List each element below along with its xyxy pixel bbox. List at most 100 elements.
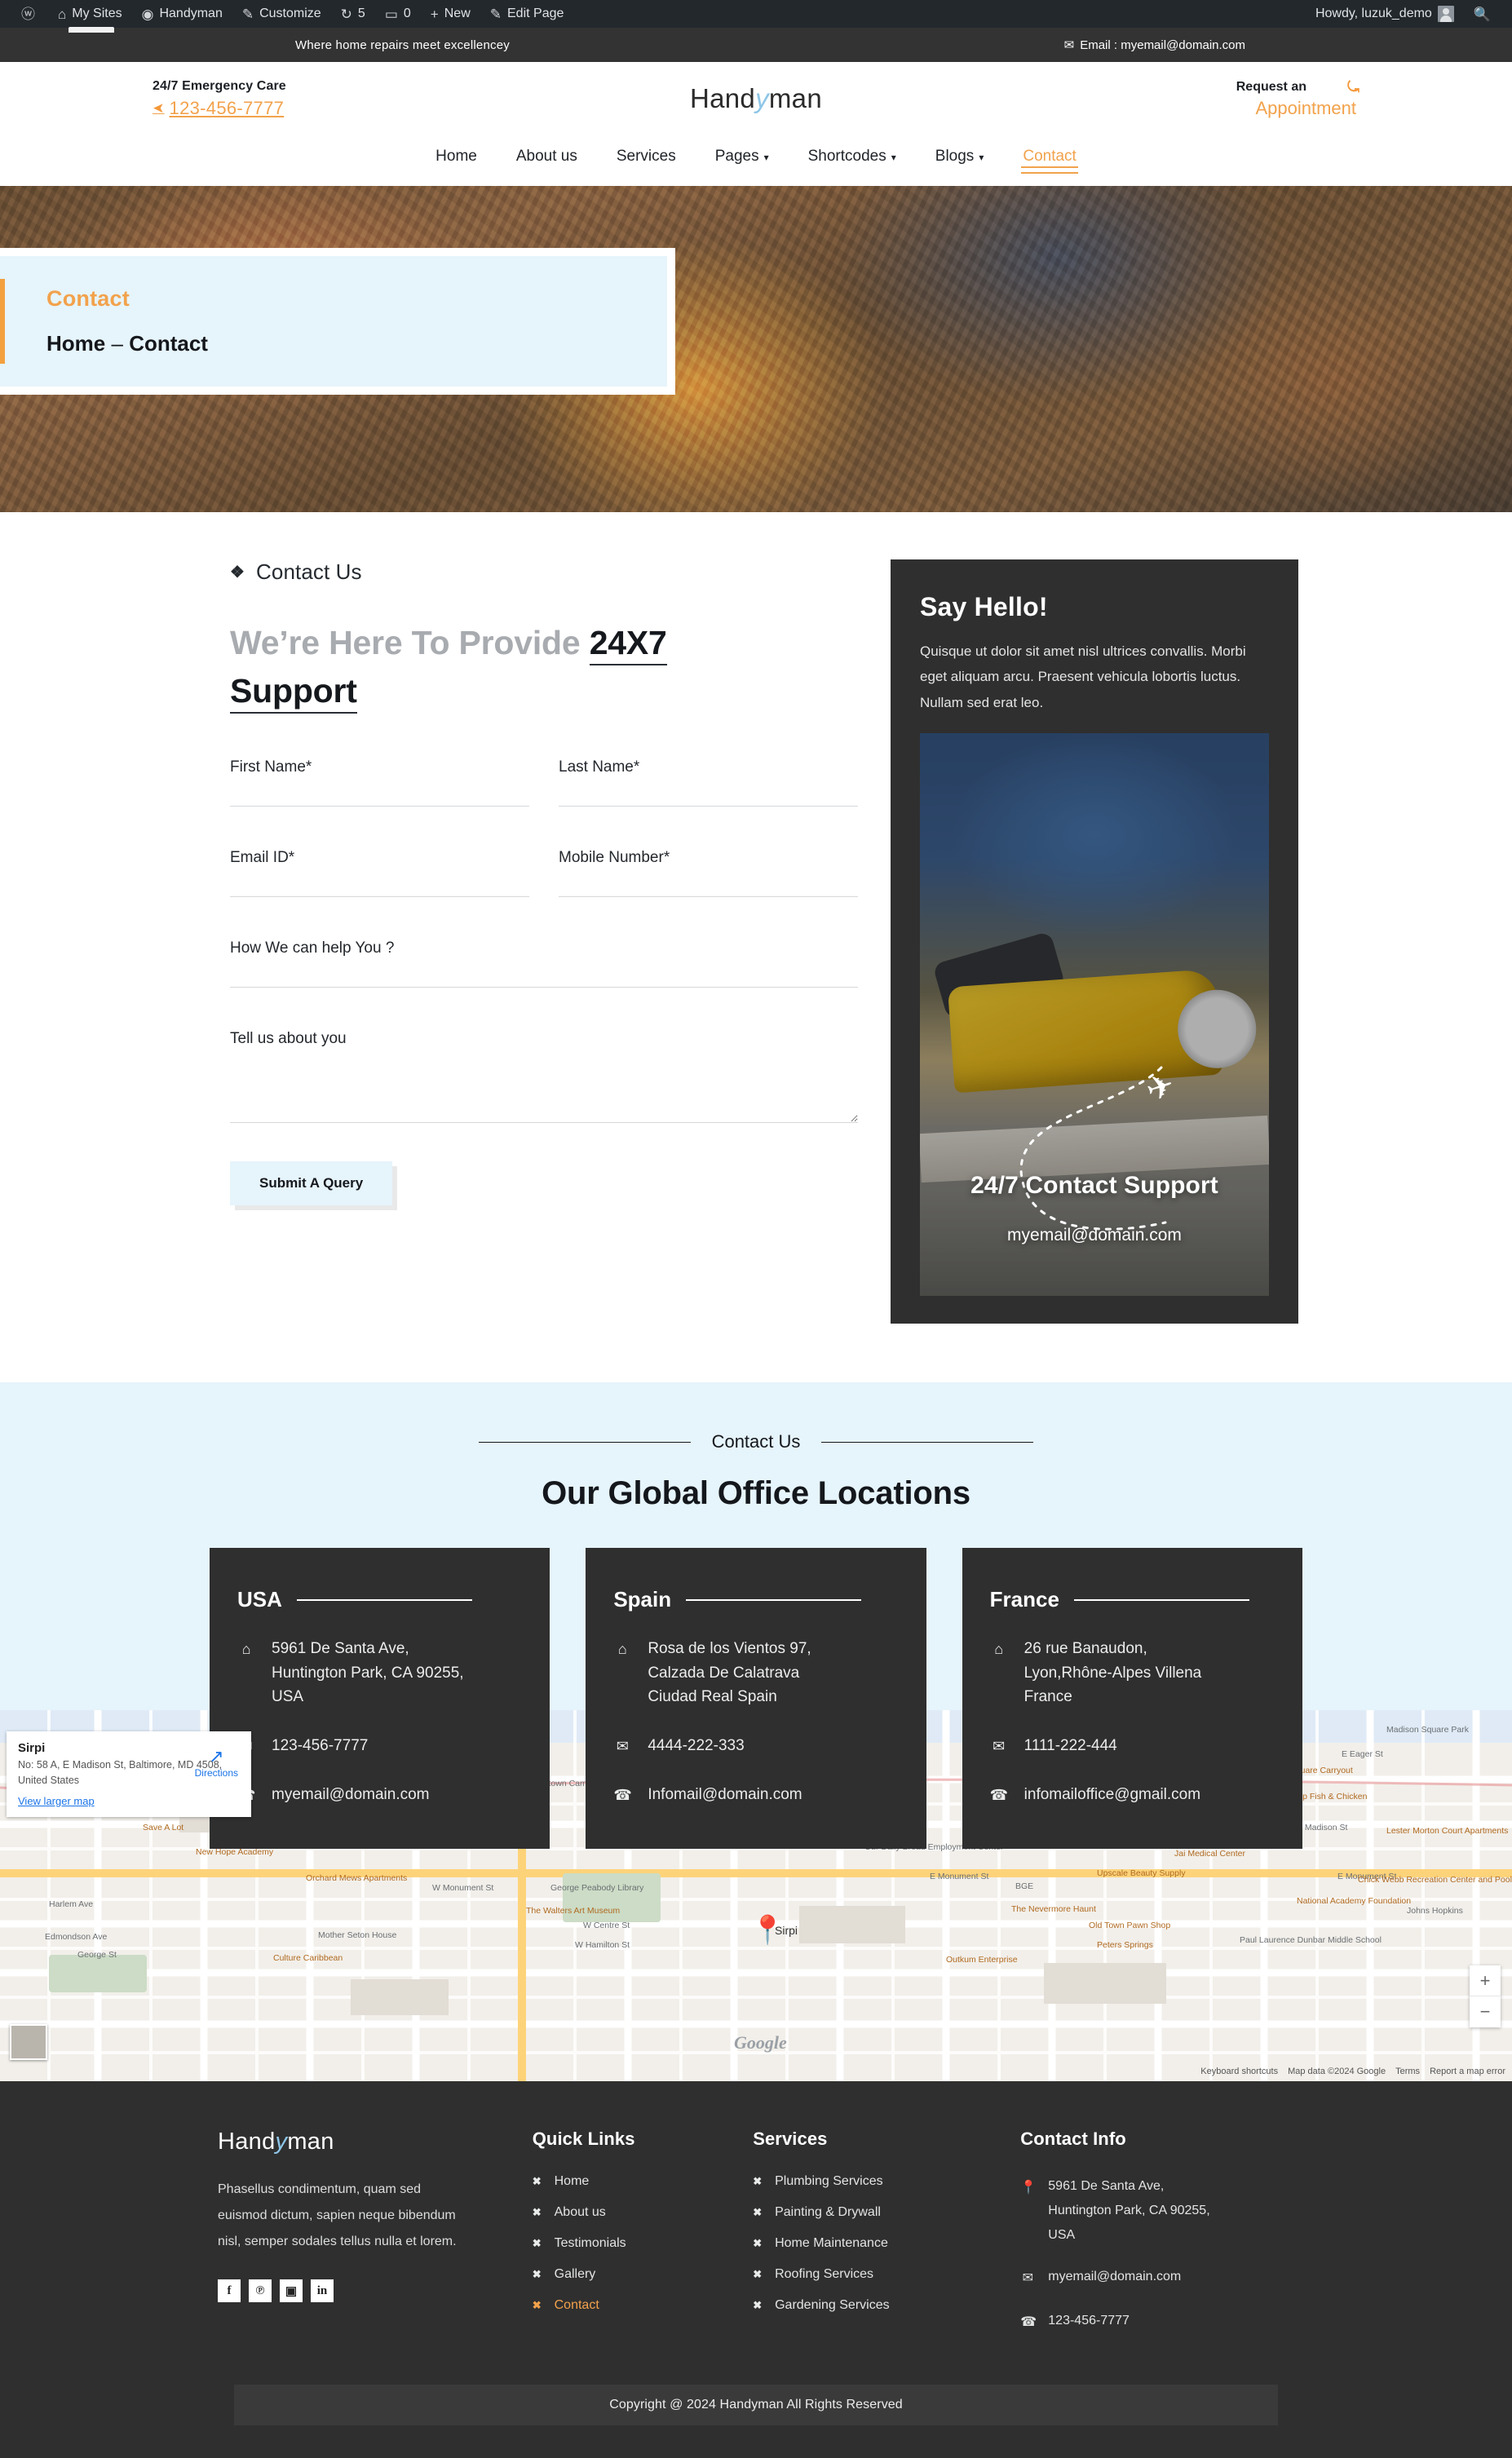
first-name-input[interactable] <box>230 753 529 807</box>
zoom-in-button[interactable]: + <box>1470 1965 1501 1997</box>
footer-service-label[interactable]: Gardening Services <box>775 2298 890 2313</box>
footer-service-home-maintenance[interactable]: ✖ Home Maintenance <box>753 2236 988 2251</box>
adminbar-item-5[interactable]: ↻ 5 <box>331 0 375 28</box>
nav-item-label: Pages <box>714 148 759 165</box>
footer-quick-link-label[interactable]: Gallery <box>555 2267 596 2282</box>
footer-service-roofing-services[interactable]: ✖ Roofing Services <box>753 2267 988 2282</box>
site-branding[interactable]: Handyman <box>446 83 1066 114</box>
contact-eyebrow-label: Contact Us <box>256 559 362 584</box>
footer-service-label[interactable]: Painting & Drywall <box>775 2205 881 2220</box>
reply-arrow-icon: ⤾ <box>1347 78 1359 95</box>
breadcrumb-home[interactable]: Home <box>46 331 105 356</box>
linkedin-icon[interactable]: in <box>311 2279 334 2303</box>
map-terms-link[interactable]: Terms <box>1395 2067 1420 2076</box>
zoom-out-button[interactable]: − <box>1470 1996 1501 2027</box>
mobile-input[interactable] <box>559 843 858 897</box>
nav-item-home[interactable]: Home <box>434 145 479 168</box>
map-label: Mother Seton House <box>318 1930 397 1941</box>
office-phone-row[interactable]: ✉ 1111-222-444 <box>990 1734 1275 1758</box>
nav-item-about-us[interactable]: About us <box>515 145 579 168</box>
map-label: Orchard Mews Apartments <box>306 1873 408 1884</box>
x-bullet-icon: ✖ <box>532 2299 542 2312</box>
map-street-view-thumbnail[interactable] <box>10 2024 47 2061</box>
last-name-input[interactable] <box>559 753 858 807</box>
map-zoom-controls[interactable]: + − <box>1470 1965 1501 2028</box>
footer-service-plumbing-services[interactable]: ✖ Plumbing Services <box>753 2174 988 2189</box>
appointment-block[interactable]: Request an ⤾ Appointment <box>1066 79 1359 119</box>
footer-quick-link-about-us[interactable]: ✖ About us <box>533 2205 720 2220</box>
copyright-bar: Copyright @ 2024 Handyman All Rights Res… <box>234 2385 1278 2426</box>
adminbar-item-label: Handyman <box>159 7 223 20</box>
adminbar-item-new[interactable]: + New <box>421 0 480 28</box>
footer-service-label[interactable]: Plumbing Services <box>775 2174 883 2189</box>
map-label: George Peabody Library <box>550 1883 644 1894</box>
adminbar-item-wordpress-icon[interactable]: ⓦ <box>11 0 48 28</box>
footer-phone-row[interactable]: ☎ 123-456-7777 <box>1020 2309 1302 2335</box>
topbar-email[interactable]: ✉ Email : myemail@domain.com <box>1064 38 1245 53</box>
submit-query-button[interactable]: Submit A Query <box>230 1160 393 1205</box>
instagram-icon[interactable]: ▣ <box>280 2279 303 2303</box>
contact-heading-grey: We’re Here To Provide <box>230 624 590 661</box>
pinterest-icon[interactable]: ℗ <box>249 2279 272 2303</box>
appointment-link[interactable]: Appointment <box>1066 98 1359 119</box>
emergency-phone-number: 123-456-7777 <box>169 97 285 118</box>
nav-item-services[interactable]: Services <box>615 145 678 168</box>
map-directions-button[interactable]: ↗ Directions <box>195 1746 238 1779</box>
adminbar-item-customize[interactable]: ✎ Customize <box>232 0 331 28</box>
office-email-row[interactable]: ☎ infomailoffice@gmail.com <box>990 1783 1275 1807</box>
footer-quick-link-label[interactable]: Home <box>555 2174 590 2189</box>
footer-quick-link-contact[interactable]: ✖ Contact <box>533 2298 720 2313</box>
footer-services-title: Services <box>753 2129 828 2150</box>
emergency-phone-link[interactable]: ➤ 123-456-7777 <box>153 98 446 119</box>
appointment-label: Request an <box>1236 80 1306 94</box>
footer-email-row[interactable]: ✉ myemail@domain.com <box>1020 2265 1302 2291</box>
footer-service-label[interactable]: Home Maintenance <box>775 2236 888 2251</box>
view-larger-map-link[interactable]: View larger map <box>18 1795 240 1807</box>
say-hello-image-email[interactable]: myemail@domain.com <box>920 1226 1269 1245</box>
breadcrumb-current: Contact <box>129 331 208 356</box>
home-icon: ⌂ <box>241 1641 251 1658</box>
x-bullet-icon: ✖ <box>753 2237 763 2250</box>
map-label: Chick Webb Recreation Center and Pool <box>1358 1875 1512 1885</box>
edit-icon: ✎ <box>489 6 502 22</box>
map-label: Harlem Ave <box>49 1899 94 1910</box>
footer-quick-link-testimonials[interactable]: ✖ Testimonials <box>533 2236 720 2251</box>
nav-item-shortcodes[interactable]: Shortcodes ▾ <box>807 145 898 168</box>
map-label: Culture Caribbean <box>273 1953 343 1964</box>
office-phone-row[interactable]: ✉123-456-7777 <box>237 1734 522 1758</box>
footer-service-gardening-services[interactable]: ✖ Gardening Services <box>753 2298 988 2313</box>
map-marker-label: Sirpi <box>775 1924 798 1938</box>
map-info-card[interactable]: Sirpi No: 58 A, E Madison St, Baltimore,… <box>7 1731 251 1817</box>
footer-quick-link-home[interactable]: ✖ Home <box>533 2174 720 2189</box>
footer-logo[interactable]: Handyman <box>218 2129 500 2155</box>
footer-quick-link-label[interactable]: About us <box>555 2205 606 2220</box>
adminbar-item-edit-page[interactable]: ✎ Edit Page <box>480 0 574 28</box>
map-report-error-link[interactable]: Report a map error <box>1430 2067 1505 2076</box>
office-email-row[interactable]: ☎myemail@domain.com <box>237 1783 522 1807</box>
map-keyboard-shortcuts[interactable]: Keyboard shortcuts <box>1200 2067 1278 2076</box>
howdy-menu[interactable]: Howdy, luzuk_demo <box>1306 0 1464 28</box>
nav-item-blogs[interactable]: Blogs ▾ <box>934 145 986 168</box>
adminbar-item-my-sites[interactable]: ⌂ My Sites <box>48 0 132 28</box>
search-icon[interactable]: 🔍 <box>1464 0 1501 28</box>
footer-quick-link-gallery[interactable]: ✖ Gallery <box>533 2267 720 2282</box>
map-pin-icon: 📍 <box>1020 2181 1037 2195</box>
about-textarea[interactable] <box>230 1024 858 1123</box>
email-field <box>230 843 529 897</box>
map-footer: Keyboard shortcuts Map data ©2024 Google… <box>1200 2067 1505 2076</box>
office-phone-row[interactable]: ✉ 4444-222-333 <box>613 1734 898 1758</box>
facebook-icon[interactable]: f <box>218 2279 241 2303</box>
help-input[interactable] <box>230 934 858 988</box>
footer-quick-link-label[interactable]: Testimonials <box>555 2236 626 2251</box>
office-country: USA <box>237 1587 282 1612</box>
nav-item-pages[interactable]: Pages ▾ <box>714 145 771 168</box>
adminbar-item-handyman[interactable]: ◉ Handyman <box>132 0 232 28</box>
adminbar-item-0[interactable]: ▭ 0 <box>375 0 421 28</box>
footer-service-painting-drywall[interactable]: ✖ Painting & Drywall <box>753 2205 988 2220</box>
footer-service-label[interactable]: Roofing Services <box>775 2267 873 2282</box>
email-input[interactable] <box>230 843 529 897</box>
nav-item-contact[interactable]: Contact <box>1021 145 1079 174</box>
footer-quick-link-label[interactable]: Contact <box>555 2298 599 2313</box>
x-bullet-icon: ✖ <box>753 2299 763 2312</box>
office-email-row[interactable]: ☎ Infomail@domain.com <box>613 1783 898 1807</box>
